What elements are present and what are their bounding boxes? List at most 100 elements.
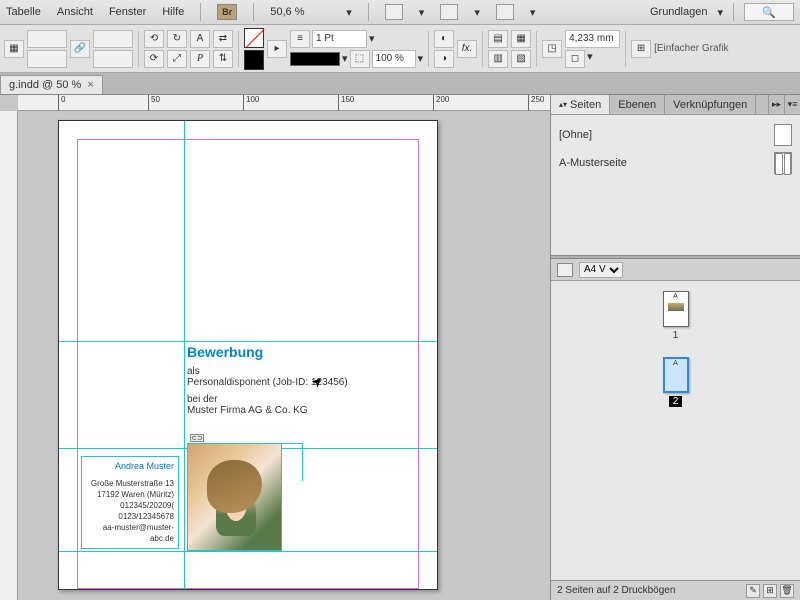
page-1-preview[interactable]: A: [663, 291, 689, 327]
corner-icon[interactable]: ◳: [542, 40, 562, 58]
corner-shape-icon[interactable]: ◻: [565, 50, 585, 68]
page-thumb-2[interactable]: A 2: [663, 357, 689, 407]
heading: Bewerbung: [187, 344, 417, 360]
page-thumb-1[interactable]: A 1: [663, 291, 689, 341]
tint-icon[interactable]: ⬚: [350, 50, 370, 68]
contact-name: Andrea Muster: [86, 461, 174, 472]
tab-ebenen[interactable]: Ebenen: [610, 95, 665, 114]
view-label: [Einfacher Grafik: [654, 43, 728, 54]
wrap-object-icon[interactable]: ▧: [511, 50, 531, 68]
h-field[interactable]: [93, 50, 133, 68]
master-thumb-spread[interactable]: [774, 152, 792, 174]
tab-verknuepfungen[interactable]: Verknüpfungen: [665, 95, 756, 114]
ruler-tick: 250: [528, 95, 544, 111]
pages-list[interactable]: A 1 A 2: [551, 281, 800, 580]
contact-addr2: 17192 Waren (Müritz): [86, 489, 174, 500]
horizontal-ruler[interactable]: 0 50 100 150 200 250: [18, 95, 550, 111]
workspace-selector[interactable]: Grundlagen: [650, 6, 708, 18]
page-size-select[interactable]: A4 V: [579, 262, 623, 278]
scale-x-icon[interactable]: ⟲: [144, 30, 164, 48]
menu-ansicht[interactable]: Ansicht: [57, 6, 93, 18]
contact-frame[interactable]: Andrea Muster Große Musterstraße 13 1719…: [81, 456, 179, 549]
separator: [238, 31, 239, 67]
dropdown-icon[interactable]: ▾: [530, 6, 536, 19]
close-tab-icon[interactable]: ×: [87, 79, 93, 91]
tab-seiten[interactable]: ▴▾Seiten: [551, 95, 610, 114]
y-field[interactable]: [27, 50, 67, 68]
document-page[interactable]: Bewerbung als Personaldisponent (Job-ID:…: [58, 120, 438, 590]
bridge-button[interactable]: Br: [217, 4, 237, 20]
panel-collapse-icon[interactable]: ▸▸: [768, 95, 784, 114]
view-mode-icon[interactable]: [385, 4, 403, 20]
stroke-dropdown-icon[interactable]: ▸: [267, 40, 287, 58]
menu-bar: Tabelle Ansicht Fenster Hilfe Br 50,6 % …: [0, 0, 800, 25]
char-icon[interactable]: A: [190, 30, 210, 48]
anchor-icon[interactable]: ⊂⊃: [190, 434, 204, 442]
dropdown-icon[interactable]: ▾: [419, 6, 425, 19]
stroke-swatch[interactable]: [244, 28, 264, 48]
document-tab[interactable]: g.indd @ 50 % ×: [0, 75, 103, 94]
canvas-area[interactable]: 0 50 100 150 200 250 Bewerbung als Perso…: [0, 95, 550, 600]
tint-field[interactable]: 100 %: [372, 50, 416, 68]
para-icon[interactable]: P: [190, 50, 210, 68]
ref-point-icon[interactable]: ▦: [4, 40, 24, 58]
search-field[interactable]: 🔍: [744, 3, 794, 21]
flip-h-icon[interactable]: ⇄: [213, 30, 233, 48]
page-size-bar: A4 V: [551, 259, 800, 281]
stroke-weight-field[interactable]: 1 Pt: [312, 30, 367, 48]
separator: [536, 31, 537, 67]
wrap-around-icon[interactable]: ▦: [511, 30, 531, 48]
screen-mode-icon[interactable]: [440, 4, 458, 20]
dropdown-icon[interactable]: ▾: [474, 6, 480, 19]
page-2-preview[interactable]: A: [663, 357, 689, 393]
menu-tabelle[interactable]: Tabelle: [6, 6, 41, 18]
wrap-none-icon[interactable]: ▤: [488, 30, 508, 48]
frame-fit-icon[interactable]: ⊞: [631, 40, 651, 58]
tint-dropdown-icon[interactable]: ▾: [418, 52, 424, 65]
fx-icon[interactable]: fx.: [457, 40, 477, 58]
wrap-jump-icon[interactable]: ▥: [488, 50, 508, 68]
edit-page-icon[interactable]: ✎: [746, 584, 760, 598]
text-als: als: [187, 366, 417, 377]
corner-dropdown-icon[interactable]: ▾: [587, 50, 593, 68]
workspace-dropdown-icon[interactable]: ▾: [717, 6, 723, 19]
vertical-ruler[interactable]: [0, 111, 18, 600]
stroke-style-preview[interactable]: [290, 52, 340, 66]
fill-swatch[interactable]: [244, 50, 264, 70]
title-text[interactable]: Bewerbung als Personaldisponent (Job-ID:…: [187, 344, 417, 416]
page-size-icon[interactable]: [557, 263, 573, 277]
menu-hilfe[interactable]: Hilfe: [162, 6, 184, 18]
arrange-icon[interactable]: [496, 4, 514, 20]
page-2-number: 2: [669, 396, 683, 407]
corner-field[interactable]: 4,233 mm: [565, 30, 620, 48]
zoom-level[interactable]: 50,6 %: [270, 6, 330, 18]
w-field[interactable]: [93, 30, 133, 48]
stroke-style-dropdown-icon[interactable]: ▾: [342, 52, 348, 65]
link-icon[interactable]: 🔗: [70, 40, 90, 58]
delete-page-icon[interactable]: 🗑: [780, 584, 794, 598]
photo-frame[interactable]: [187, 443, 282, 551]
effects-icon[interactable]: ◐: [434, 30, 454, 48]
mouse-cursor-icon: [312, 374, 324, 390]
opacity-icon[interactable]: ◑: [434, 50, 454, 68]
master-none[interactable]: [Ohne]: [559, 121, 792, 149]
shear-icon[interactable]: ⤢: [167, 50, 187, 68]
rotate-icon[interactable]: ↻: [167, 30, 187, 48]
menu-fenster[interactable]: Fenster: [109, 6, 146, 18]
zoom-dropdown-icon[interactable]: ▾: [346, 6, 352, 19]
x-field[interactable]: [27, 30, 67, 48]
guide-horizontal[interactable]: [59, 551, 437, 552]
contact-tel2: 0123/12345678: [86, 511, 174, 522]
master-a[interactable]: A-Musterseite: [559, 149, 792, 177]
stroke-weight-dropdown-icon[interactable]: ▾: [369, 32, 375, 45]
flip-v-icon[interactable]: ⇅: [213, 50, 233, 68]
scale-y-icon[interactable]: ⟳: [144, 50, 164, 68]
text-firma: Muster Firma AG & Co. KG: [187, 405, 417, 416]
guide-vertical[interactable]: [184, 121, 185, 589]
guide-horizontal[interactable]: [59, 341, 437, 342]
panel-menu-icon[interactable]: ▾≡: [784, 95, 800, 114]
master-thumb[interactable]: [774, 124, 792, 146]
master-pages-list[interactable]: [Ohne] A-Musterseite: [551, 115, 800, 255]
master-a-label: A-Musterseite: [559, 157, 627, 169]
new-page-icon[interactable]: ⊞: [763, 584, 777, 598]
